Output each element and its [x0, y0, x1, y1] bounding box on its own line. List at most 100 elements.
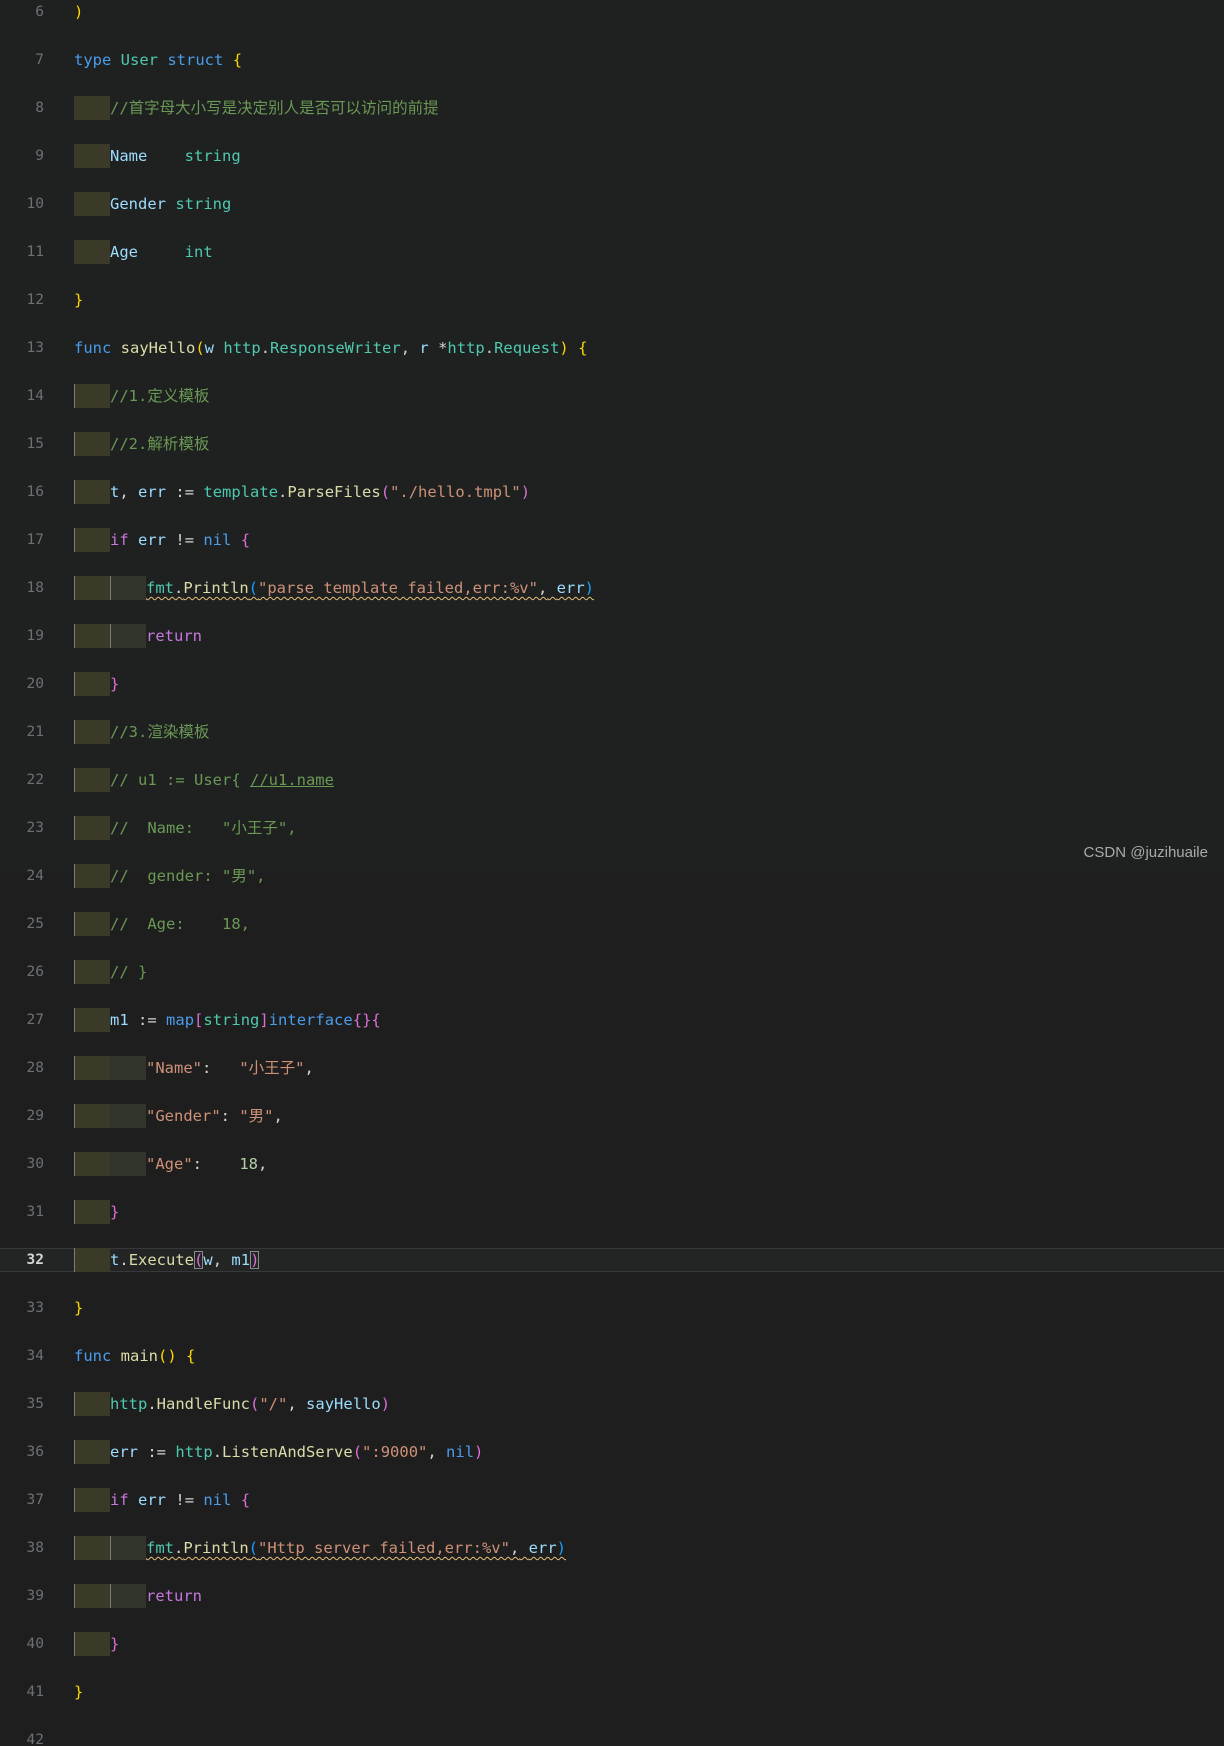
token-dot: . [278, 483, 288, 501]
indent-guide-line [74, 1584, 75, 1608]
code-line[interactable]: 17 if err != nil { [0, 528, 1224, 552]
code-line[interactable]: 35 http.HandleFunc("/", sayHello) [0, 1392, 1224, 1416]
indent-guide [74, 1632, 110, 1656]
code-line[interactable]: 18 fmt.Println("parse template failed,er… [0, 576, 1224, 600]
line-number: 19 [26, 628, 44, 644]
code-line[interactable]: 20 } [0, 672, 1224, 696]
line-content: //首字母大小写是决定别人是否可以访问的前提 [110, 96, 439, 120]
indent-guide [74, 1488, 110, 1512]
code-line[interactable]: 22 // u1 := User{ //u1.name [0, 768, 1224, 792]
indent-guide-line [74, 576, 75, 600]
line-number: 8 [35, 100, 44, 116]
line-content: func main() { [74, 1344, 195, 1368]
code-line[interactable]: 19 return [0, 624, 1224, 648]
code-line[interactable]: 21 //3.渲染模板 [0, 720, 1224, 744]
token-var-err: err [138, 483, 167, 501]
token-var-t: t [110, 483, 120, 501]
line-number: 34 [26, 1348, 44, 1364]
code-line[interactable]: 41 } [0, 1680, 1224, 1704]
code-line[interactable]: 39 return [0, 1584, 1224, 1608]
line-content: } [74, 1680, 83, 1704]
code-line[interactable]: 23 // Name: "小王子", [0, 816, 1224, 840]
line-content: Age int [110, 240, 213, 264]
line-content: //1.定义模板 [110, 384, 209, 408]
indent-guide-line [74, 1248, 75, 1272]
token-not-equal: != [175, 531, 195, 549]
code-line[interactable]: 16 t, err := template.ParseFiles("./hell… [0, 480, 1224, 504]
code-line[interactable]: 40 } [0, 1632, 1224, 1656]
indent-guide-line [74, 1632, 75, 1656]
indent-guide-line [74, 1104, 75, 1128]
code-line[interactable]: 28 "Name": "小王子", [0, 1056, 1224, 1080]
line-number: 25 [26, 916, 44, 932]
code-line[interactable]: 10 Gender string [0, 192, 1224, 216]
token-package-http: http [447, 339, 485, 357]
code-line[interactable]: 11 Age int [0, 240, 1224, 264]
indent-guide-line [74, 960, 75, 984]
code-line[interactable]: 6 ) [0, 0, 1224, 24]
line-number: 6 [35, 4, 44, 20]
line-content: // gender: "男", [110, 864, 265, 888]
code-line[interactable]: 37 if err != nil { [0, 1488, 1224, 1512]
token-string-age-key: "Age" [146, 1155, 193, 1173]
line-number: 39 [26, 1588, 44, 1604]
indent-guide [74, 144, 110, 168]
line-content: ) [74, 0, 83, 24]
line-number: 12 [26, 292, 44, 308]
code-line[interactable]: 7 type User struct { [0, 48, 1224, 72]
watermark: CSDN @juzihuaile [1083, 844, 1208, 861]
code-line[interactable]: 14 //1.定义模板 [0, 384, 1224, 408]
code-line[interactable]: 29 "Gender": "男", [0, 1104, 1224, 1128]
token-comment: // Age: 18, [110, 915, 250, 933]
indent-guide [74, 1008, 110, 1032]
indent-guide [110, 624, 146, 648]
line-number: 24 [26, 868, 44, 884]
token-field-name: Name [110, 147, 148, 165]
token-keyword-if: if [110, 1491, 129, 1509]
code-editor[interactable]: 6 ) 7 type User struct { 8 //首字母大小写是决定别人… [0, 0, 1224, 1746]
code-line[interactable]: 12 } [0, 288, 1224, 312]
line-content: } [74, 1296, 83, 1320]
indent-guide [74, 672, 110, 696]
indent-guide-line [74, 816, 75, 840]
code-line[interactable]: 31 } [0, 1200, 1224, 1224]
token-dot: . [147, 1395, 157, 1413]
code-line[interactable]: 34 func main() { [0, 1344, 1224, 1368]
token-keyword-interface: interface [268, 1011, 353, 1029]
indent-guide [74, 576, 110, 600]
code-line[interactable]: 13 func sayHello(w http.ResponseWriter, … [0, 336, 1224, 360]
code-line[interactable]: 8 //首字母大小写是决定别人是否可以访问的前提 [0, 96, 1224, 120]
code-line[interactable]: 30 "Age": 18, [0, 1152, 1224, 1176]
code-line[interactable]: 26 // } [0, 960, 1224, 984]
line-number: 28 [26, 1060, 44, 1076]
code-line[interactable]: 36 err := http.ListenAndServe(":9000", n… [0, 1440, 1224, 1464]
token-paren-open: ( [248, 1539, 259, 1557]
token-brace-close: } [74, 1683, 84, 1701]
token-colon: : [220, 1107, 230, 1125]
token-paren-close: ) [474, 1443, 484, 1461]
code-line[interactable]: 42 [0, 1728, 1224, 1746]
line-content: fmt.Println("Http server failed,err:%v",… [146, 1536, 566, 1560]
code-line[interactable]: 15 //2.解析模板 [0, 432, 1224, 456]
indent-guide-line [110, 1584, 111, 1608]
code-line[interactable]: 33 } [0, 1296, 1224, 1320]
token-keyword-return: return [146, 627, 202, 645]
token-dot: . [174, 579, 184, 597]
token-number-18: 18 [239, 1155, 259, 1173]
code-line[interactable]: 25 // Age: 18, [0, 912, 1224, 936]
code-line[interactable]: 9 Name string [0, 144, 1224, 168]
indent-guide-line [74, 1488, 75, 1512]
code-line[interactable]: 38 fmt.Println("Http server failed,err:%… [0, 1536, 1224, 1560]
token-comment-link[interactable]: //u1.name [250, 771, 334, 789]
code-line[interactable]: 24 // gender: "男", [0, 864, 1224, 888]
line-number: 41 [26, 1684, 44, 1700]
line-content: return [146, 1584, 202, 1608]
code-line-active[interactable]: 32 t.Execute(w, m1) [0, 1248, 1224, 1272]
indent-guide [110, 1152, 146, 1176]
indent-guide [110, 1056, 146, 1080]
token-method-execute: Execute [128, 1251, 195, 1269]
token-comment: // gender: "男", [110, 867, 266, 885]
code-line[interactable]: 27 m1 := map[string]interface{}{ [0, 1008, 1224, 1032]
token-type-int: int [184, 243, 213, 261]
line-number: 29 [26, 1108, 44, 1124]
